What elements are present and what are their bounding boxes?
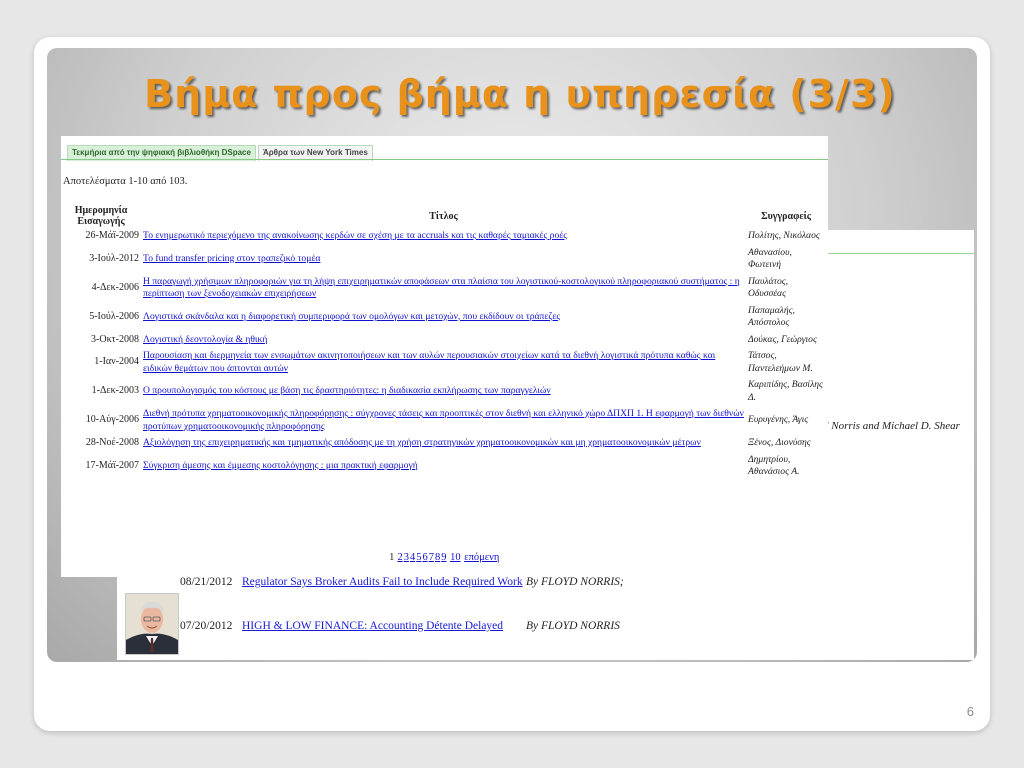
result-title-link[interactable]: Λογιστικά σκάνδαλα και η διαφορετική συμ…: [143, 311, 560, 322]
table-row: 3-Οκτ-2008 Λογιστική δεοντολογία & ηθική…: [61, 332, 826, 349]
result-title-link[interactable]: Ο προυπολογισμός του κόστους με βάση τις…: [143, 385, 551, 396]
result-title-link[interactable]: Το fund transfer pricing στον τραπεζικό …: [143, 253, 320, 264]
table-row: 26-Μάϊ-2009 Το ενημερωτικό περιεχόμενο τ…: [61, 228, 826, 245]
column-header-date[interactable]: Ημερομηνία Εισαγωγής: [61, 204, 141, 228]
result-date: 1-Ιαν-2004: [94, 356, 139, 368]
result-date: 3-Ιούλ-2012: [89, 252, 139, 264]
result-date: 17-Μάϊ-2007: [85, 459, 139, 471]
table-row: 1-Δεκ-2003 Ο προυπολογισμός του κόστους …: [61, 377, 826, 406]
result-authors: Δούκας, Γεώργιος: [748, 333, 817, 345]
nyt-article-link[interactable]: Regulator Says Broker Audits Fail to Inc…: [242, 576, 523, 588]
result-title-cell: Το ενημερωτικό περιεχόμενο της ανακοίνωσ…: [141, 228, 746, 245]
result-title-cell: Αξιολόγηση της επιχειρηματικής και τμημα…: [141, 435, 746, 452]
author-photo: [125, 593, 179, 655]
results-table: Ημερομηνία Εισαγωγής Τίτλος Συγγραφείς 2…: [61, 204, 826, 481]
nyt-article-author: By FLOYD NORRIS: [526, 620, 620, 632]
table-header-row: Ημερομηνία Εισαγωγής Τίτλος Συγγραφείς: [61, 204, 826, 228]
result-title-link[interactable]: Η παραγωγή χρήσιμων πληροφοριών για τη λ…: [143, 276, 740, 300]
result-authors: Καριπίδης, Βασίλης Δ.: [748, 379, 823, 403]
pagination-page-link[interactable]: 8: [435, 552, 440, 563]
pagination-page-link[interactable]: 9: [441, 552, 446, 563]
result-authors: Δημητρίου, Αθανάσιος Α.: [748, 453, 800, 478]
result-title-cell: Σύγκριση άμεσης και έμμεσης κοστολόγησης…: [141, 452, 746, 481]
result-date: 26-Μάϊ-2009: [85, 230, 139, 241]
nyt-article-author: By FLOYD NORRIS;: [526, 576, 624, 588]
result-authors: Αθανασίου, Φωτεινή: [748, 246, 792, 271]
nyt-author-snippet: d Norris and Michael D. Shear: [823, 420, 960, 432]
pagination-current-page: 1: [389, 552, 395, 563]
result-title-link[interactable]: Σύγκριση άμεσης και έμμεσης κοστολόγησης…: [143, 460, 418, 471]
result-date: 1-Δεκ-2003: [91, 385, 139, 397]
result-date: 28-Νοέ-2008: [85, 437, 139, 448]
result-title-link[interactable]: Παρουσίαση και διερμηνεία των ενσωμάτων …: [143, 350, 715, 374]
result-date: 4-Δεκ-2006: [91, 281, 139, 293]
result-authors: Ξένος, Διονύσης: [748, 437, 811, 448]
result-title-link[interactable]: Αξιολόγηση της επιχειρηματικής και τμημα…: [143, 437, 701, 448]
pagination-page-link[interactable]: 3: [404, 552, 409, 563]
pagination-page-link[interactable]: 2: [397, 552, 402, 563]
result-title-cell: Η παραγωγή χρήσιμων πληροφοριών για τη λ…: [141, 274, 746, 303]
column-header-title[interactable]: Τίτλος: [141, 204, 746, 228]
tab-underline: [827, 253, 974, 254]
result-authors: Πολίτης, Νικόλαος: [748, 230, 820, 241]
pagination-next-link[interactable]: επόμενη: [464, 552, 499, 563]
result-title-link[interactable]: Το ενημερωτικό περιεχόμενο της ανακοίνωσ…: [143, 230, 567, 241]
pagination-page-link[interactable]: 7: [429, 552, 434, 563]
nyt-article-link[interactable]: HIGH & LOW FINANCE: Accounting Détente D…: [242, 620, 503, 632]
result-title-cell: Λογιστικά σκάνδαλα και η διαφορετική συμ…: [141, 303, 746, 332]
table-row: 5-Ιούλ-2006 Λογιστικά σκάνδαλα και η δια…: [61, 303, 826, 332]
slide-title: Βήμα προς βήμα η υπηρεσία (3/3): [144, 72, 896, 116]
source-tabs: Τεκμήρια από την ψηφιακή βιβλιοθήκη DSpa…: [67, 145, 375, 161]
pagination-page-link[interactable]: 4: [410, 552, 415, 563]
column-header-authors[interactable]: Συγγραφείς: [746, 204, 826, 228]
pagination: 1 23456789 10 επόμενη: [61, 552, 828, 563]
result-date: 3-Οκτ-2008: [91, 333, 139, 345]
result-authors: Ευρυγένης, Άγις: [748, 414, 809, 426]
table-row: 3-Ιούλ-2012 Το fund transfer pricing στο…: [61, 245, 826, 274]
result-title-link[interactable]: Λογιστική δεοντολογία & ηθική: [143, 334, 267, 345]
result-title-cell: Παρουσίαση και διερμηνεία των ενσωμάτων …: [141, 348, 746, 377]
results-count: Αποτελέσματα 1-10 από 103.: [63, 176, 188, 187]
result-authors: Τάτσος, Παντελεήμων Μ.: [748, 350, 813, 374]
nyt-article-date: 07/20/2012: [180, 620, 233, 632]
table-row: 10-Αύγ-2006 Διεθνή πρότυπα χρηματοοικονο…: [61, 406, 826, 435]
result-authors: Παπαμαλής, Απόστολος: [748, 304, 795, 329]
result-authors: Παυλάτος, Οδυσσέας: [748, 275, 789, 300]
nyt-article-date: 08/21/2012: [180, 576, 233, 588]
result-date: 5-Ιούλ-2006: [89, 310, 139, 322]
result-title-link[interactable]: Διεθνή πρότυπα χρηματοοικονομικής πληροφ…: [143, 408, 744, 432]
pagination-page-link[interactable]: 10: [450, 552, 461, 563]
table-row: 28-Νοέ-2008 Αξιολόγηση της επιχειρηματικ…: [61, 435, 826, 452]
result-title-cell: Το fund transfer pricing στον τραπεζικό …: [141, 245, 746, 274]
result-date: 10-Αύγ-2006: [85, 414, 139, 426]
nyt-article-row: 07/20/2012 HIGH & LOW FINANCE: Accountin…: [180, 620, 740, 634]
pagination-page-link[interactable]: 5: [416, 552, 421, 563]
slide-page-number: 6: [966, 704, 974, 719]
table-row: 17-Μάϊ-2007 Σύγκριση άμεσης και έμμεσης …: [61, 452, 826, 481]
result-title-cell: Διεθνή πρότυπα χρηματοοικονομικής πληροφ…: [141, 406, 746, 435]
table-row: 1-Ιαν-2004 Παρουσίαση και διερμηνεία των…: [61, 348, 826, 377]
pagination-page-link[interactable]: 6: [422, 552, 427, 563]
result-title-cell: Ο προυπολογισμός του κόστους με βάση τις…: [141, 377, 746, 406]
tab-underline: [61, 159, 828, 160]
result-title-cell: Λογιστική δεοντολογία & ηθική: [141, 332, 746, 349]
dspace-screenshot: Τεκμήρια από την ψηφιακή βιβλιοθήκη DSpa…: [61, 136, 828, 577]
table-row: 4-Δεκ-2006 Η παραγωγή χρήσιμων πληροφορι…: [61, 274, 826, 303]
nyt-article-row: 08/21/2012 Regulator Says Broker Audits …: [180, 576, 740, 590]
